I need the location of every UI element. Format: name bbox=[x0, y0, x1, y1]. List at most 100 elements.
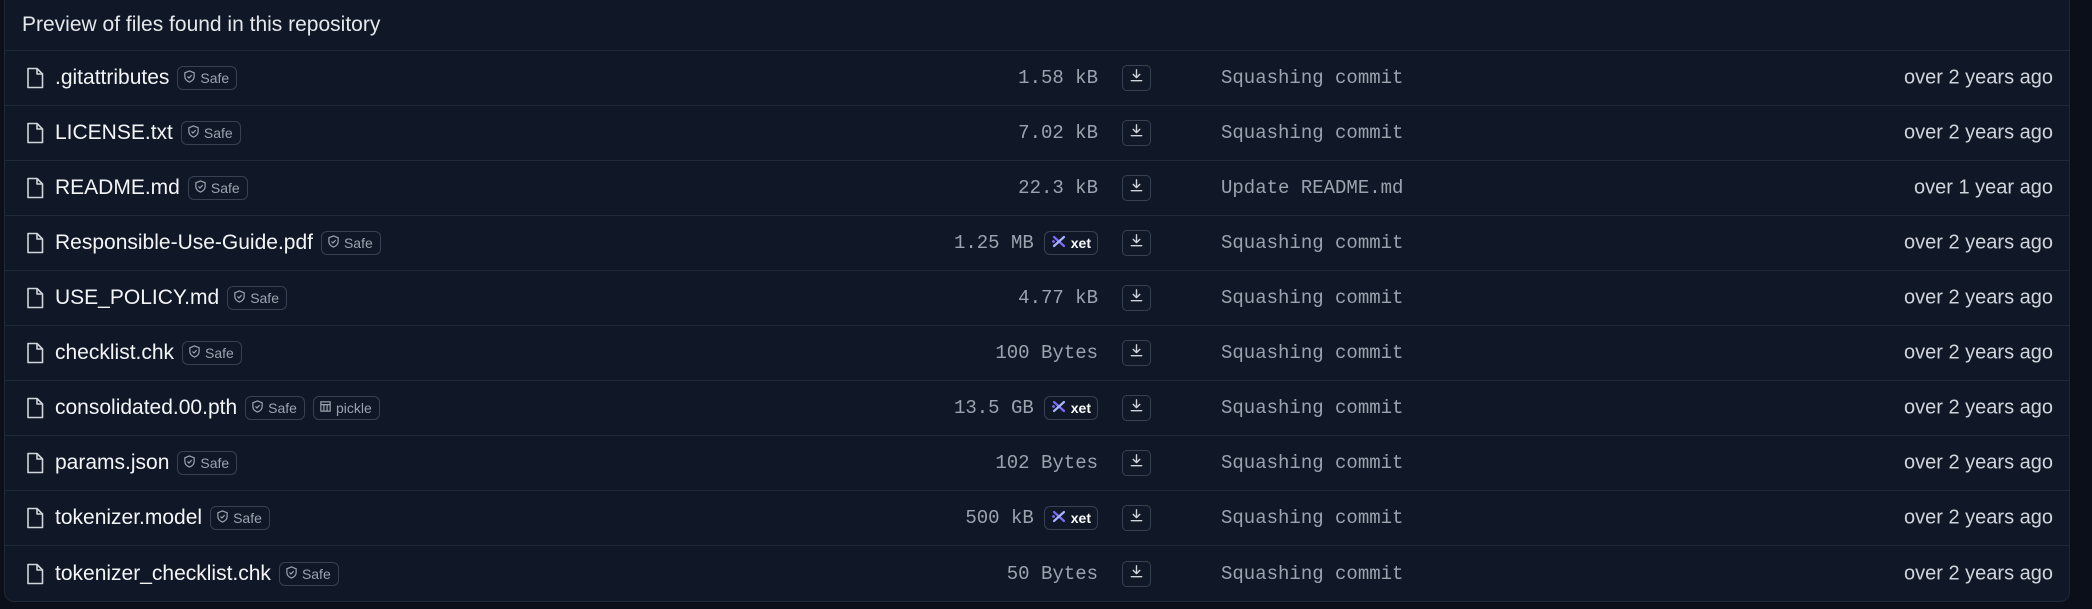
commit-date: over 2 years ago bbox=[1904, 231, 2053, 254]
file-icon bbox=[26, 67, 44, 89]
file-size-group: 500 kB xet bbox=[965, 506, 1098, 530]
file-name-link[interactable]: tokenizer_checklist.chk bbox=[55, 562, 271, 586]
commit-date: over 2 years ago bbox=[1904, 506, 2053, 529]
commit-message-link[interactable]: Squashing commit bbox=[1221, 122, 1403, 144]
file-row: tokenizer.model Safe 500 kB xet Squashin… bbox=[5, 491, 2069, 546]
commit-message-link[interactable]: Squashing commit bbox=[1221, 397, 1403, 419]
download-button[interactable] bbox=[1122, 120, 1151, 146]
file-row: README.md Safe 22.3 kB Update README.md … bbox=[5, 161, 2069, 216]
file-name-link[interactable]: checklist.chk bbox=[55, 341, 174, 365]
commit-message-link[interactable]: Squashing commit bbox=[1221, 452, 1403, 474]
commit-message-link[interactable]: Squashing commit bbox=[1221, 67, 1403, 89]
commit-message-link[interactable]: Squashing commit bbox=[1221, 563, 1403, 585]
commit-date: over 2 years ago bbox=[1904, 341, 2053, 364]
file-name-link[interactable]: USE_POLICY.md bbox=[55, 286, 219, 310]
file-size: 13.5 GB bbox=[953, 397, 1034, 419]
commit-date: over 2 years ago bbox=[1904, 396, 2053, 419]
table-icon bbox=[319, 400, 332, 416]
commit-message-link[interactable]: Squashing commit bbox=[1221, 232, 1403, 254]
xet-logo-icon bbox=[1051, 510, 1067, 526]
safe-badge[interactable]: Safe bbox=[180, 121, 241, 145]
file-size-group: 22.3 kB bbox=[1018, 177, 1098, 199]
download-button[interactable] bbox=[1122, 285, 1151, 311]
safe-badge-label: Safe bbox=[233, 510, 262, 526]
file-name-link[interactable]: tokenizer.model bbox=[55, 506, 202, 530]
file-icon bbox=[26, 563, 44, 585]
file-size-group: 102 Bytes bbox=[995, 452, 1098, 474]
safe-badge[interactable]: Safe bbox=[177, 451, 238, 475]
commit-message-link[interactable]: Squashing commit bbox=[1221, 342, 1403, 364]
file-size: 500 kB bbox=[965, 507, 1034, 529]
safe-badge[interactable]: Safe bbox=[182, 341, 242, 365]
safe-badge[interactable]: Safe bbox=[177, 66, 238, 90]
download-button[interactable] bbox=[1122, 450, 1151, 476]
xet-badge-label: xet bbox=[1070, 510, 1091, 526]
file-icon bbox=[26, 452, 44, 474]
file-size: 1.58 kB bbox=[1018, 67, 1098, 89]
file-size: 100 Bytes bbox=[995, 342, 1098, 364]
file-name-link[interactable]: .gitattributes bbox=[55, 66, 169, 90]
safe-badge[interactable]: Safe bbox=[210, 506, 270, 530]
safe-badge-label: Safe bbox=[203, 125, 233, 141]
download-button[interactable] bbox=[1122, 560, 1151, 587]
file-row: .gitattributes Safe 1.58 kB Squashing co… bbox=[5, 51, 2069, 106]
xet-badge[interactable]: xet bbox=[1043, 231, 1098, 255]
file-name-group: params.json Safe bbox=[55, 451, 238, 475]
commit-message-link[interactable]: Squashing commit bbox=[1221, 287, 1403, 309]
download-icon bbox=[1129, 564, 1144, 584]
pickle-badge-label: pickle bbox=[335, 400, 372, 416]
file-name-link[interactable]: Responsible-Use-Guide.pdf bbox=[55, 231, 313, 255]
commit-message-link[interactable]: Squashing commit bbox=[1221, 507, 1403, 529]
download-icon bbox=[1129, 343, 1144, 363]
download-button[interactable] bbox=[1122, 65, 1151, 91]
download-icon bbox=[1129, 288, 1144, 308]
safe-badge-label: Safe bbox=[200, 455, 230, 471]
safe-badge[interactable]: Safe bbox=[278, 561, 339, 586]
safe-badge-label: Safe bbox=[343, 235, 373, 251]
file-name-link[interactable]: README.md bbox=[55, 176, 180, 200]
pickle-badge[interactable]: pickle bbox=[312, 396, 380, 420]
shield-check-icon bbox=[183, 70, 196, 86]
file-size: 102 Bytes bbox=[995, 452, 1098, 474]
safe-badge[interactable]: Safe bbox=[245, 396, 305, 420]
commit-date: over 2 years ago bbox=[1904, 562, 2053, 584]
commit-message-link[interactable]: Update README.md bbox=[1221, 177, 1403, 199]
safe-badge-label: Safe bbox=[205, 345, 234, 361]
file-name-link[interactable]: params.json bbox=[55, 451, 169, 475]
file-name-link[interactable]: consolidated.00.pth bbox=[55, 396, 237, 420]
file-size-group: 100 Bytes bbox=[995, 342, 1098, 364]
safe-badge[interactable]: Safe bbox=[227, 286, 287, 310]
download-icon bbox=[1129, 123, 1144, 143]
file-size: 1.25 MB bbox=[953, 232, 1034, 254]
download-button[interactable] bbox=[1122, 395, 1151, 421]
xet-badge[interactable]: xet bbox=[1043, 506, 1098, 530]
shield-check-icon bbox=[188, 345, 201, 361]
file-name-group: LICENSE.txt Safe bbox=[55, 121, 241, 145]
file-name-group: consolidated.00.pth Safe pickle bbox=[55, 396, 380, 420]
file-row: LICENSE.txt Safe 7.02 kB Squashing commi… bbox=[5, 106, 2069, 161]
files-preview-panel: Preview of files found in this repositor… bbox=[4, 0, 2070, 602]
safe-badge-label: Safe bbox=[250, 290, 279, 306]
file-size-group: 13.5 GB xet bbox=[954, 396, 1098, 420]
safe-badge[interactable]: Safe bbox=[187, 176, 248, 200]
safe-badge-label: Safe bbox=[301, 565, 331, 582]
commit-date: over 2 years ago bbox=[1904, 451, 2053, 474]
shield-check-icon bbox=[183, 455, 196, 471]
xet-badge[interactable]: xet bbox=[1043, 396, 1098, 420]
xet-badge-label: xet bbox=[1070, 235, 1091, 251]
file-size-group: 50 Bytes bbox=[1007, 563, 1098, 585]
safe-badge[interactable]: Safe bbox=[320, 231, 381, 255]
file-row: consolidated.00.pth Safe pickle 13.5 GB … bbox=[5, 381, 2069, 436]
panel-title: Preview of files found in this repositor… bbox=[5, 0, 2069, 51]
xet-logo-icon bbox=[1051, 235, 1067, 251]
file-name-link[interactable]: LICENSE.txt bbox=[55, 121, 173, 145]
file-size: 22.3 kB bbox=[1018, 177, 1098, 199]
download-button[interactable] bbox=[1122, 505, 1151, 531]
file-size-group: 7.02 kB bbox=[1018, 122, 1098, 144]
file-size: 7.02 kB bbox=[1018, 122, 1098, 144]
download-button[interactable] bbox=[1122, 230, 1151, 256]
safe-badge-label: Safe bbox=[268, 400, 297, 416]
download-button[interactable] bbox=[1122, 340, 1151, 366]
commit-date: over 2 years ago bbox=[1904, 66, 2053, 89]
download-button[interactable] bbox=[1122, 175, 1151, 201]
